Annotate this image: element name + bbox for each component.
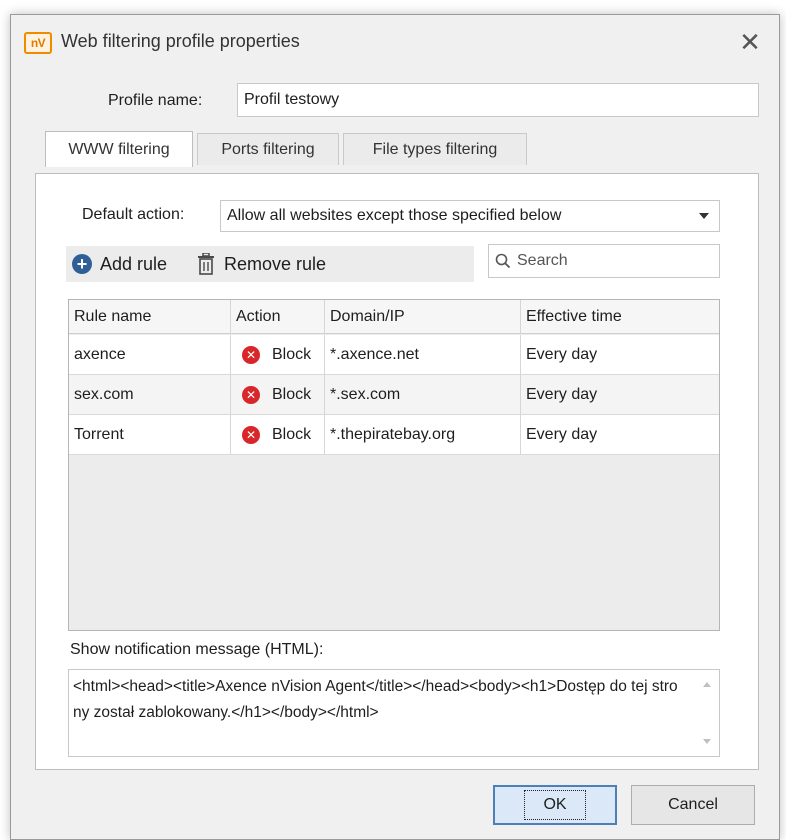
action-cell: ✕ Block xyxy=(231,375,325,414)
ok-button[interactable]: OK xyxy=(493,785,617,825)
profile-name-input[interactable]: Profil testowy xyxy=(237,83,759,117)
dialog-window: nV Web filtering profile properties ✕ Pr… xyxy=(10,14,780,840)
action-text: Block xyxy=(272,385,312,403)
action-cell: ✕ Block xyxy=(231,335,325,374)
block-icon: ✕ xyxy=(242,345,260,364)
cancel-button-label: Cancel xyxy=(668,796,718,813)
search-input[interactable]: Search xyxy=(488,244,720,278)
effective-time-cell: Every day xyxy=(526,425,598,443)
add-icon: + xyxy=(72,254,92,274)
chevron-down-icon xyxy=(699,213,709,219)
rule-name-cell: axence xyxy=(69,335,231,374)
default-action-label: Default action: xyxy=(82,206,185,223)
scroll-down-icon[interactable] xyxy=(703,739,711,744)
remove-rule-button[interactable]: Remove rule xyxy=(196,246,326,282)
column-header-rule-name[interactable]: Rule name xyxy=(69,300,231,333)
app-icon: nV xyxy=(24,32,52,54)
action-cell: ✕ Block xyxy=(231,415,325,454)
rule-name-cell: sex.com xyxy=(69,375,231,414)
action-text: Block xyxy=(272,345,312,363)
notification-text: <html><head><title>Axence nVision Agent<… xyxy=(73,678,678,721)
default-action-select[interactable]: Allow all websites except those specifie… xyxy=(220,200,720,232)
tab-file-types-filtering[interactable]: File types filtering xyxy=(343,133,527,165)
table-row[interactable]: Torrent ✕ Block *.thepiratebay.org Every… xyxy=(69,415,719,455)
ok-button-label: OK xyxy=(524,790,586,820)
search-placeholder: Search xyxy=(517,252,568,269)
column-header-domain[interactable]: Domain/IP xyxy=(325,300,521,333)
add-rule-button[interactable]: + Add rule xyxy=(72,246,167,282)
rule-name-cell: Torrent xyxy=(69,415,231,454)
notification-textarea[interactable]: <html><head><title>Axence nVision Agent<… xyxy=(68,669,720,757)
domain-cell: *.thepiratebay.org xyxy=(325,415,521,454)
trash-icon xyxy=(198,253,214,275)
rules-table: Rule name Action Domain/IP Effective tim… xyxy=(68,299,720,631)
close-icon[interactable]: ✕ xyxy=(735,27,765,57)
default-action-value: Allow all websites except those specifie… xyxy=(227,207,562,224)
column-header-action[interactable]: Action xyxy=(231,300,325,333)
table-row[interactable]: sex.com ✕ Block *.sex.com Every day xyxy=(69,375,719,415)
window-title: Web filtering profile properties xyxy=(61,31,300,51)
domain-cell: *.axence.net xyxy=(325,335,521,374)
cancel-button[interactable]: Cancel xyxy=(631,785,755,825)
domain-cell: *.sex.com xyxy=(325,375,521,414)
column-header-effective-time[interactable]: Effective time xyxy=(521,300,719,333)
table-header: Rule name Action Domain/IP Effective tim… xyxy=(69,300,719,334)
effective-time-cell: Every day xyxy=(526,345,598,363)
profile-name-label: Profile name: xyxy=(108,92,203,109)
title-bar[interactable]: nV Web filtering profile properties ✕ xyxy=(11,15,779,73)
action-text: Block xyxy=(272,425,312,443)
block-icon: ✕ xyxy=(242,425,260,444)
add-rule-label: Add rule xyxy=(100,253,168,274)
tab-ports-filtering[interactable]: Ports filtering xyxy=(197,133,339,165)
tab-www-filtering[interactable]: WWW filtering xyxy=(45,131,193,167)
remove-rule-label: Remove rule xyxy=(224,253,327,274)
block-icon: ✕ xyxy=(242,385,260,404)
www-filtering-panel: Default action: Allow all websites excep… xyxy=(35,173,759,770)
effective-time-cell: Every day xyxy=(526,385,598,403)
scroll-up-icon[interactable] xyxy=(703,682,711,687)
rules-toolbar: + Add rule Remove rule xyxy=(66,246,474,282)
table-row[interactable]: axence ✕ Block *.axence.net Every day xyxy=(69,335,719,375)
notification-label: Show notification message (HTML): xyxy=(70,641,324,658)
search-icon xyxy=(495,253,511,269)
